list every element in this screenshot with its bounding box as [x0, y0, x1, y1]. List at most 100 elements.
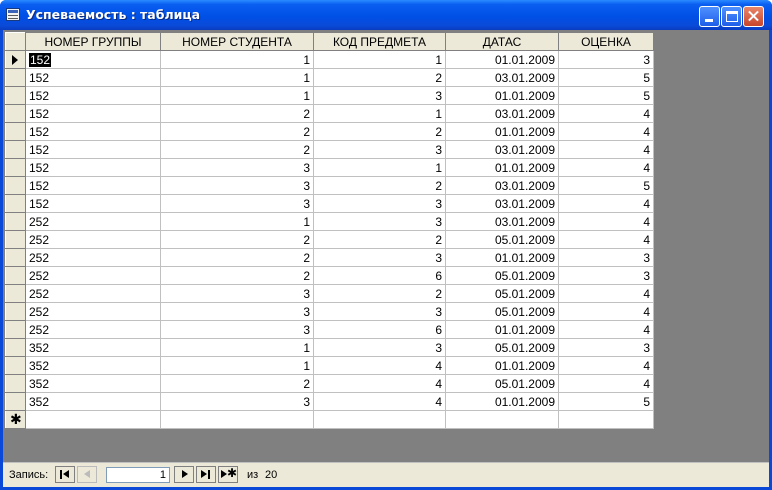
table-row[interactable]: 152 1 1 01.01.2009 3 [5, 50, 654, 69]
table-row[interactable]: 252 2 6 05.01.2009 3 [5, 266, 654, 285]
table-cell[interactable]: 05.01.2009 [445, 266, 559, 285]
table-cell[interactable]: 2 [313, 122, 446, 141]
table-cell[interactable]: 4 [558, 284, 654, 303]
row-selector[interactable] [5, 266, 26, 285]
row-selector[interactable] [5, 212, 26, 231]
table-row[interactable]: 152 1 2 03.01.2009 5 [5, 68, 654, 87]
table-cell[interactable]: 05.01.2009 [445, 338, 559, 357]
table-cell[interactable]: 152 [25, 194, 161, 213]
table-cell[interactable]: 5 [558, 176, 654, 195]
row-selector[interactable] [5, 140, 26, 159]
table-row[interactable]: 152 2 3 03.01.2009 4 [5, 140, 654, 159]
table-cell[interactable]: 4 [558, 230, 654, 249]
table-cell[interactable]: 5 [558, 86, 654, 105]
table-cell[interactable]: 4 [313, 356, 446, 375]
table-cell[interactable]: 3 [160, 392, 314, 411]
row-selector[interactable]: ✱ [5, 410, 26, 429]
table-cell[interactable]: 6 [313, 266, 446, 285]
table-cell[interactable]: 252 [25, 212, 161, 231]
table-cell[interactable]: 1 [160, 338, 314, 357]
table-row[interactable]: 252 3 6 01.01.2009 4 [5, 320, 654, 339]
table-cell[interactable]: 352 [25, 374, 161, 393]
table-row[interactable]: 252 2 3 01.01.2009 3 [5, 248, 654, 267]
row-selector[interactable] [5, 392, 26, 411]
table-row[interactable]: 152 3 2 03.01.2009 5 [5, 176, 654, 195]
row-selector[interactable] [5, 104, 26, 123]
table-cell[interactable]: 5 [558, 68, 654, 87]
table-cell[interactable]: 01.01.2009 [445, 50, 559, 69]
table-cell[interactable]: 1 [160, 212, 314, 231]
column-header[interactable]: ДАТАС [445, 32, 559, 51]
table-cell[interactable]: 1 [160, 86, 314, 105]
table-cell[interactable]: 03.01.2009 [445, 104, 559, 123]
table-cell[interactable] [445, 410, 559, 429]
table-cell[interactable]: 152 [25, 68, 161, 87]
table-cell[interactable]: 3 [160, 158, 314, 177]
row-selector[interactable] [5, 356, 26, 375]
table-cell[interactable]: 3 [558, 248, 654, 267]
row-selector[interactable] [5, 50, 26, 69]
table-row[interactable]: 252 3 2 05.01.2009 4 [5, 284, 654, 303]
table-cell[interactable]: 352 [25, 356, 161, 375]
table-cell[interactable]: 152 [25, 104, 161, 123]
table-cell[interactable]: 152 [25, 140, 161, 159]
table-cell[interactable]: 252 [25, 284, 161, 303]
table-cell[interactable]: 2 [160, 266, 314, 285]
table-cell[interactable]: 4 [313, 374, 446, 393]
table-cell[interactable]: 3 [558, 50, 654, 69]
table-cell[interactable]: 2 [313, 68, 446, 87]
table-cell[interactable]: 2 [160, 140, 314, 159]
table-cell[interactable]: 4 [558, 320, 654, 339]
table-cell[interactable]: 3 [313, 302, 446, 321]
row-selector[interactable] [5, 176, 26, 195]
table-cell[interactable]: 4 [558, 140, 654, 159]
table-cell[interactable]: 4 [558, 212, 654, 231]
table-cell[interactable]: 352 [25, 392, 161, 411]
table-cell[interactable]: 5 [558, 392, 654, 411]
table-cell[interactable]: 03.01.2009 [445, 212, 559, 231]
table-cell[interactable]: 152 [25, 158, 161, 177]
table-cell[interactable]: 1 [160, 68, 314, 87]
table-row[interactable]: 152 3 3 03.01.2009 4 [5, 194, 654, 213]
new-record-button[interactable]: ✱ [218, 466, 238, 483]
table-cell[interactable] [25, 410, 161, 429]
maximize-button[interactable] [721, 6, 742, 27]
column-header[interactable]: НОМЕР ГРУППЫ [25, 32, 161, 51]
table-row[interactable]: 152 3 1 01.01.2009 4 [5, 158, 654, 177]
table-cell[interactable]: 4 [558, 356, 654, 375]
row-selector[interactable] [5, 374, 26, 393]
row-selector[interactable] [5, 248, 26, 267]
table-cell[interactable]: 4 [558, 194, 654, 213]
first-record-button[interactable] [55, 466, 75, 483]
table-row[interactable]: 352 2 4 05.01.2009 4 [5, 374, 654, 393]
table-cell[interactable]: 3 [313, 194, 446, 213]
table-cell[interactable]: 2 [160, 248, 314, 267]
table-cell[interactable]: 252 [25, 320, 161, 339]
table-cell[interactable]: 252 [25, 248, 161, 267]
table-row[interactable]: 252 3 3 05.01.2009 4 [5, 302, 654, 321]
column-header[interactable]: НОМЕР СТУДЕНТА [160, 32, 314, 51]
table-cell[interactable]: 3 [558, 266, 654, 285]
table-cell[interactable]: 3 [313, 212, 446, 231]
table-cell[interactable]: 4 [313, 392, 446, 411]
table-cell[interactable]: 252 [25, 266, 161, 285]
last-record-button[interactable] [196, 466, 216, 483]
table-cell[interactable]: 01.01.2009 [445, 122, 559, 141]
table-cell[interactable]: 03.01.2009 [445, 176, 559, 195]
table-cell[interactable]: 2 [160, 122, 314, 141]
table-cell[interactable]: 3 [160, 194, 314, 213]
table-row[interactable]: 152 2 1 03.01.2009 4 [5, 104, 654, 123]
table-cell[interactable]: 252 [25, 230, 161, 249]
row-selector[interactable] [5, 68, 26, 87]
table-cell[interactable]: 152 [25, 50, 161, 69]
table-row[interactable]: 352 1 3 05.01.2009 3 [5, 338, 654, 357]
table-cell[interactable]: 3 [558, 338, 654, 357]
table-cell[interactable]: 252 [25, 302, 161, 321]
table-cell[interactable]: 1 [160, 50, 314, 69]
table-cell[interactable] [160, 410, 314, 429]
row-selector[interactable] [5, 158, 26, 177]
table-cell[interactable]: 1 [313, 50, 446, 69]
table-cell[interactable]: 1 [313, 104, 446, 123]
table-row[interactable]: 152 1 3 01.01.2009 5 [5, 86, 654, 105]
table-cell[interactable]: 3 [313, 140, 446, 159]
